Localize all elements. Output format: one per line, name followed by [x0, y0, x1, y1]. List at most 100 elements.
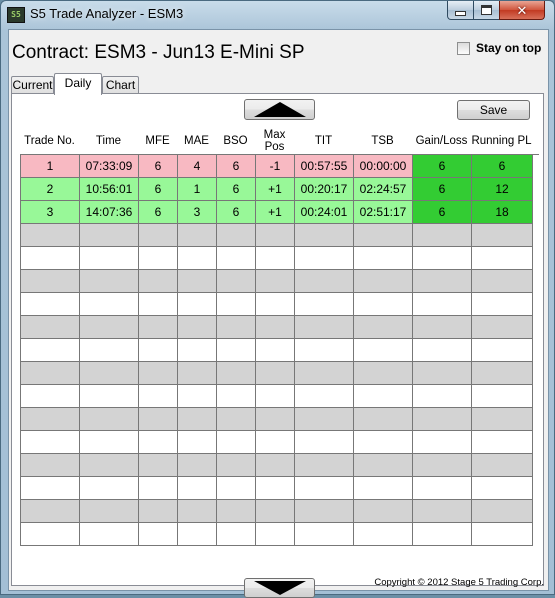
empty-cell [413, 362, 472, 385]
empty-cell [295, 454, 354, 477]
empty-cell [80, 477, 139, 500]
close-icon: ✕ [516, 2, 528, 18]
empty-row [21, 362, 539, 385]
empty-cell [178, 477, 217, 500]
daily-panel: Save Trade No. Time MFE MAE BSO Max Pos TIT TSB… [11, 93, 544, 598]
empty-cell [295, 316, 354, 339]
empty-cell [472, 431, 533, 454]
empty-cell [413, 477, 472, 500]
cell-tsb: 02:51:17 [354, 201, 413, 224]
stay-on-top-label[interactable]: Stay on top [476, 41, 541, 55]
table-row[interactable]: 2 10:56:01 6 1 6 +1 00:20:17 02:24:57 6 12 [21, 178, 539, 201]
cell-trade-no: 1 [21, 155, 80, 178]
empty-cell [413, 293, 472, 316]
column-header-mae: MAE [184, 135, 209, 147]
empty-cell [139, 523, 178, 546]
empty-cell [178, 454, 217, 477]
scroll-down-button[interactable] [244, 578, 315, 598]
cell-max-pos: +1 [256, 178, 295, 201]
column-header-tsb: TSB [371, 135, 394, 147]
empty-row [21, 477, 539, 500]
empty-cell [295, 408, 354, 431]
empty-cell [80, 385, 139, 408]
empty-row [21, 500, 539, 523]
empty-cell [256, 477, 295, 500]
empty-cell [472, 523, 533, 546]
empty-cell [21, 454, 80, 477]
column-header-running-pl: Running PL [471, 135, 532, 147]
empty-cell [354, 385, 413, 408]
empty-cell [295, 500, 354, 523]
triangle-down-icon [253, 581, 306, 595]
cell-time: 07:33:09 [80, 155, 139, 178]
empty-cell [80, 270, 139, 293]
empty-cell [139, 385, 178, 408]
empty-cell [413, 270, 472, 293]
column-header-max-pos: Max Pos [263, 129, 286, 153]
empty-cell [295, 385, 354, 408]
cell-tit: 00:57:55 [295, 155, 354, 178]
tab-current[interactable]: Current [11, 76, 54, 93]
scroll-up-button[interactable] [244, 99, 315, 120]
empty-cell [217, 362, 256, 385]
table-row[interactable]: 1 07:33:09 6 4 6 -1 00:57:55 00:00:00 6 6 [21, 155, 539, 178]
empty-cell [413, 339, 472, 362]
empty-cell [80, 523, 139, 546]
empty-row [21, 523, 539, 546]
cell-running-pl: 12 [472, 178, 533, 201]
empty-cell [21, 270, 80, 293]
column-header-trade-no: Trade No. [24, 135, 75, 147]
empty-cell [354, 500, 413, 523]
window-title: S5 Trade Analyzer - ESM3 [30, 6, 184, 21]
empty-cell [256, 454, 295, 477]
empty-cell [21, 362, 80, 385]
empty-cell [256, 500, 295, 523]
empty-cell [139, 247, 178, 270]
empty-cell [21, 293, 80, 316]
empty-cell [413, 408, 472, 431]
empty-cell [413, 316, 472, 339]
empty-cell [295, 224, 354, 247]
empty-cell [178, 339, 217, 362]
stay-on-top-toggle[interactable]: Stay on top [457, 41, 541, 55]
empty-cell [139, 408, 178, 431]
empty-cell [178, 316, 217, 339]
cell-gain-loss: 6 [413, 155, 472, 178]
empty-cell [80, 224, 139, 247]
empty-cell [472, 293, 533, 316]
empty-cell [295, 293, 354, 316]
empty-cell [354, 293, 413, 316]
empty-cell [295, 247, 354, 270]
empty-cell [354, 431, 413, 454]
empty-cell [295, 270, 354, 293]
close-button[interactable]: ✕ [499, 1, 545, 20]
empty-cell [354, 270, 413, 293]
tab-chart[interactable]: Chart [102, 76, 139, 93]
empty-row [21, 431, 539, 454]
title-bar[interactable]: S5 S5 Trade Analyzer - ESM3 ✕ [1, 1, 554, 29]
cell-trade-no: 2 [21, 178, 80, 201]
empty-cell [178, 224, 217, 247]
empty-cell [217, 316, 256, 339]
empty-cell [80, 431, 139, 454]
empty-cell [354, 316, 413, 339]
save-button[interactable]: Save [457, 100, 530, 120]
empty-cell [354, 339, 413, 362]
maximize-button[interactable] [473, 1, 500, 20]
empty-cell [472, 270, 533, 293]
stay-on-top-checkbox[interactable] [457, 41, 470, 55]
empty-cell [217, 247, 256, 270]
empty-cell [472, 385, 533, 408]
empty-row [21, 293, 539, 316]
minimize-button[interactable] [447, 1, 474, 20]
empty-cell [21, 500, 80, 523]
empty-cell [413, 224, 472, 247]
tab-daily[interactable]: Daily [54, 73, 102, 95]
empty-cell [354, 523, 413, 546]
empty-cell [354, 477, 413, 500]
table-row[interactable]: 3 14:07:36 6 3 6 +1 00:24:01 02:51:17 6 18 [21, 201, 539, 224]
empty-cell [21, 339, 80, 362]
empty-cell [217, 431, 256, 454]
empty-cell [413, 523, 472, 546]
empty-cell [80, 247, 139, 270]
